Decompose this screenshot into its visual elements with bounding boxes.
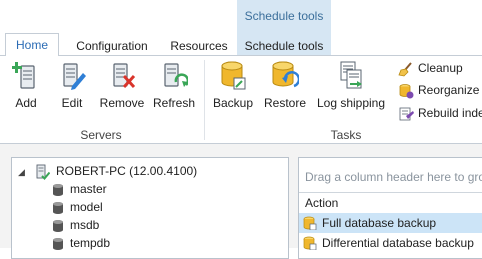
tab-resources[interactable]: Resources	[164, 38, 234, 55]
add-server-label: Add	[15, 96, 37, 110]
server-tree-panel: ◢ ROBERT-PC (12.00.4100) master model ms…	[11, 157, 289, 259]
group-by-hint: Drag a column header here to grou	[305, 170, 482, 184]
tab-home[interactable]: Home	[5, 33, 59, 57]
server-connected-icon	[36, 164, 50, 180]
rebuild-index-icon	[399, 107, 414, 121]
database-label: master	[70, 182, 107, 196]
rebuild-index-button[interactable]: Rebuild inde	[398, 104, 482, 122]
tree-root-server[interactable]: ◢ ROBERT-PC (12.00.4100)	[18, 162, 197, 180]
tree-item-database[interactable]: tempdb	[52, 234, 110, 252]
edit-server-label: Edit	[61, 96, 83, 110]
context-tab-group-title: Schedule tools	[244, 9, 324, 23]
restore-button[interactable]: Restore	[262, 58, 308, 112]
rebuild-index-label: Rebuild inde	[418, 106, 482, 120]
database-icon	[53, 237, 63, 250]
tree-root-label: ROBERT-PC (12.00.4100)	[56, 164, 198, 178]
database-label: msdb	[70, 218, 100, 232]
server-edit-icon	[63, 63, 86, 90]
backup-label: Backup	[212, 96, 254, 110]
expand-arrow-icon[interactable]: ◢	[18, 163, 28, 181]
task-row[interactable]: Full database backup	[299, 213, 482, 233]
remove-server-label: Remove	[99, 96, 145, 110]
tasks-grid-panel: Drag a column header here to grou Action…	[298, 157, 482, 259]
tree-item-database[interactable]: master	[52, 180, 107, 198]
tab-configuration[interactable]: Configuration	[66, 38, 158, 55]
refresh-server-label: Refresh	[152, 96, 196, 110]
cleanup-label: Cleanup	[418, 61, 463, 75]
database-icon	[53, 201, 63, 214]
task-row[interactable]: Differential database backup	[299, 233, 482, 253]
backup-button[interactable]: Backup	[210, 58, 256, 112]
tasks-group-label: Tasks	[330, 128, 362, 142]
log-shipping-button[interactable]: Log shipping	[314, 58, 388, 112]
database-backup-icon	[221, 61, 246, 90]
log-shipping-icon	[340, 61, 362, 89]
server-remove-icon	[113, 63, 136, 89]
grid-column-header-row: Action	[299, 192, 482, 214]
servers-group-label: Servers	[80, 128, 122, 142]
remove-server-button[interactable]: Remove	[98, 58, 146, 112]
server-refresh-icon	[164, 63, 188, 87]
reorganize-label: Reorganize i	[418, 83, 482, 97]
log-shipping-label: Log shipping	[316, 96, 386, 110]
database-icon	[53, 183, 63, 196]
database-icon	[53, 219, 63, 232]
cleanup-button[interactable]: Cleanup	[398, 59, 463, 77]
reorganize-icon	[399, 83, 414, 99]
tab-schedule-tools[interactable]: Schedule tools	[237, 38, 331, 55]
task-row-label: Full database backup	[322, 216, 437, 230]
full-backup-icon	[303, 216, 317, 230]
reorganize-button[interactable]: Reorganize i	[398, 81, 482, 99]
restore-label: Restore	[263, 96, 307, 110]
database-restore-icon	[272, 61, 299, 88]
server-add-icon	[12, 62, 35, 89]
task-row-label: Differential database backup	[322, 236, 474, 250]
database-label: model	[70, 200, 103, 214]
add-server-button[interactable]: Add	[4, 58, 48, 112]
tree-item-database[interactable]: model	[52, 198, 103, 216]
ribbon-group-separator	[204, 60, 205, 140]
column-header-action[interactable]: Action	[305, 196, 338, 210]
broom-icon	[398, 62, 412, 77]
tree-item-database[interactable]: msdb	[52, 216, 99, 234]
edit-server-button[interactable]: Edit	[52, 58, 92, 112]
refresh-server-button[interactable]: Refresh	[150, 58, 198, 112]
